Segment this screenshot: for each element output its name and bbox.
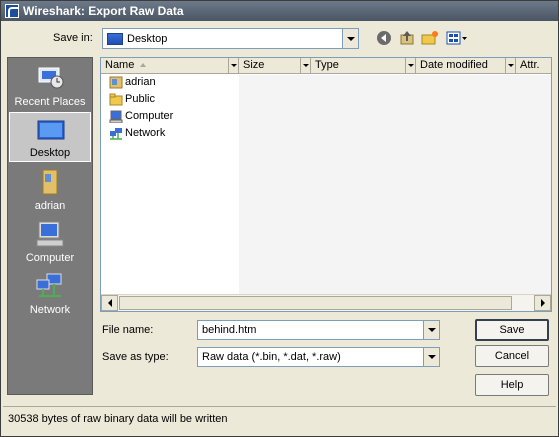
up-folder-icon[interactable] xyxy=(398,29,416,47)
cancel-button[interactable]: Cancel xyxy=(475,345,549,367)
file-name-field[interactable]: behind.htm xyxy=(197,320,440,340)
place-recent-places[interactable]: Recent Places xyxy=(9,60,91,110)
save-in-combo[interactable]: Desktop xyxy=(102,28,359,49)
place-adrian[interactable]: adrian xyxy=(9,164,91,214)
window-title: Wireshark: Export Raw Data xyxy=(23,4,184,18)
user-folder-icon xyxy=(35,168,65,196)
column-header-type[interactable]: Type xyxy=(311,58,416,74)
network-icon xyxy=(110,127,122,140)
wireshark-icon xyxy=(5,4,19,18)
file-list[interactable]: Name Size Type Date modified Attr. adria… xyxy=(100,57,552,312)
column-header-attr[interactable]: Attr. xyxy=(516,58,551,74)
status-text: 30538 bytes of raw binary data will be w… xyxy=(8,413,228,425)
chevron-down-icon[interactable] xyxy=(342,29,358,48)
place-network[interactable]: Network xyxy=(9,268,91,318)
back-icon[interactable] xyxy=(375,29,393,47)
place-desktop[interactable]: Desktop xyxy=(9,112,91,162)
desktop-icon xyxy=(107,32,123,45)
chevron-down-icon[interactable] xyxy=(405,58,415,73)
chevron-down-icon[interactable] xyxy=(423,321,439,339)
save-as-type-value: Raw data (*.bin, *.dat, *.raw) xyxy=(202,351,341,363)
chevron-down-icon[interactable] xyxy=(300,58,310,73)
user-folder-icon xyxy=(109,76,123,88)
empty-list-area xyxy=(239,75,551,294)
view-menu-icon[interactable] xyxy=(445,29,469,47)
computer-icon xyxy=(35,220,65,248)
network-icon xyxy=(35,272,65,300)
save-button[interactable]: Save xyxy=(475,319,549,341)
export-raw-data-dialog: Wireshark: Export Raw Data Save in: Desk… xyxy=(0,0,559,437)
list-item[interactable]: Public xyxy=(109,91,155,107)
place-computer[interactable]: Computer xyxy=(9,216,91,266)
chevron-down-icon[interactable] xyxy=(228,58,238,73)
save-in-value: Desktop xyxy=(127,32,168,45)
save-as-type-select[interactable]: Raw data (*.bin, *.dat, *.raw) xyxy=(197,347,440,367)
file-name-label: File name: xyxy=(102,324,154,336)
places-bar: Recent Places Desktop adrian Computer Ne… xyxy=(7,57,93,395)
list-item[interactable]: Network xyxy=(109,125,165,141)
recent-places-icon xyxy=(35,64,65,92)
computer-icon xyxy=(109,110,123,123)
chevron-down-icon[interactable] xyxy=(505,58,515,73)
chevron-down-icon[interactable] xyxy=(423,348,439,366)
horizontal-scrollbar[interactable] xyxy=(101,294,551,311)
status-separator xyxy=(3,406,556,407)
list-item[interactable]: Computer xyxy=(109,108,173,124)
folder-icon xyxy=(109,93,123,105)
scroll-right-icon[interactable] xyxy=(534,295,551,311)
column-header-name[interactable]: Name xyxy=(101,58,239,74)
save-as-type-label: Save as type: xyxy=(102,351,169,363)
scrollbar-thumb[interactable] xyxy=(119,296,512,310)
sort-ascending-icon xyxy=(140,63,147,68)
scroll-left-icon[interactable] xyxy=(101,295,118,311)
column-header-size[interactable]: Size xyxy=(239,58,311,74)
title-bar: Wireshark: Export Raw Data xyxy=(1,1,558,21)
file-name-value: behind.htm xyxy=(202,324,257,336)
new-folder-icon[interactable] xyxy=(421,29,439,47)
desktop-icon xyxy=(36,117,66,145)
help-button[interactable]: Help xyxy=(475,374,549,396)
list-item[interactable]: adrian xyxy=(109,74,156,90)
save-in-label: Save in: xyxy=(53,32,93,44)
column-header-date-modified[interactable]: Date modified xyxy=(416,58,516,74)
